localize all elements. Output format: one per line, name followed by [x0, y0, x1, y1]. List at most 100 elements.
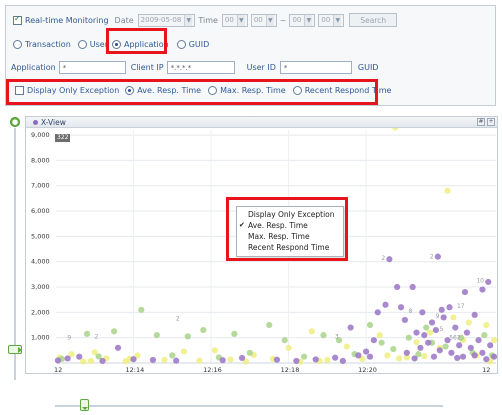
data-point — [390, 345, 397, 353]
y-slider-handle[interactable] — [8, 345, 22, 354]
data-point — [490, 337, 498, 344]
data-point — [425, 339, 432, 346]
data-point — [452, 324, 459, 331]
data-point — [423, 324, 430, 331]
data-point — [370, 337, 377, 344]
range-separator: ~ — [279, 15, 287, 25]
data-point — [483, 356, 490, 363]
chart-settings-icon[interactable]: + — [487, 118, 495, 126]
guid-label: GUID — [357, 63, 379, 72]
point-count-label: 10 — [476, 278, 484, 285]
hour-to-select[interactable]: 00 ▼ — [289, 13, 316, 27]
data-point — [332, 354, 339, 361]
data-point — [419, 309, 426, 316]
data-point — [413, 329, 420, 336]
radio-user[interactable] — [77, 40, 87, 49]
point-count-badge: 322 — [55, 134, 71, 142]
data-point — [446, 304, 453, 311]
y-tick-label: 8,000 — [31, 156, 50, 164]
minute-from-select[interactable]: 00 ▼ — [250, 13, 277, 27]
data-point — [281, 337, 288, 344]
data-point — [403, 349, 410, 356]
arrow-down-icon — [82, 407, 88, 410]
data-point — [456, 342, 463, 349]
data-point — [87, 357, 94, 365]
radio-guid[interactable] — [176, 40, 186, 49]
data-point — [485, 278, 492, 286]
data-point — [426, 329, 434, 336]
x-slider-track[interactable] — [55, 405, 443, 407]
date-label: Date — [114, 15, 134, 25]
client-ip-input[interactable] — [166, 61, 235, 74]
data-point — [378, 339, 385, 346]
data-point — [475, 337, 482, 344]
realtime-checkbox[interactable] — [13, 14, 22, 25]
point-count-label: 17 — [457, 303, 465, 310]
point-count-label: 9 — [67, 335, 71, 342]
radio-transaction-label: Transaction — [25, 40, 71, 49]
hour-from-select[interactable]: 00 ▼ — [221, 13, 248, 27]
x-slider-handle[interactable] — [80, 399, 89, 411]
arrow-right-icon — [18, 347, 22, 353]
data-point — [384, 352, 391, 359]
data-point — [471, 311, 478, 318]
data-point — [386, 256, 393, 263]
data-point — [432, 326, 440, 334]
y-tick-label: 9,000 — [31, 131, 50, 139]
radio-guid-label: GUID — [188, 40, 210, 49]
data-point — [211, 347, 219, 354]
view-type-group: Transaction User Application GUID — [13, 40, 495, 49]
data-point — [153, 332, 160, 339]
y-slider-track[interactable] — [14, 128, 16, 380]
x-tick-label: 12 — [54, 366, 62, 374]
y-tick-label: 4,000 — [31, 258, 50, 266]
y-tick-label: 3,000 — [31, 283, 50, 291]
data-point — [227, 356, 234, 363]
minute-to-select[interactable]: 00 ▼ — [318, 13, 345, 27]
data-point — [200, 326, 207, 334]
radio-transaction[interactable] — [13, 40, 22, 49]
date-select[interactable]: 2009-05-08 ▼ — [137, 13, 196, 27]
zoom-reset-icon[interactable]: ● — [10, 117, 20, 127]
chevron-down-icon: ▼ — [333, 14, 342, 26]
data-point — [366, 321, 374, 329]
chevron-down-icon: ▼ — [304, 14, 313, 26]
chevron-down-icon: ▼ — [184, 14, 193, 26]
data-point — [444, 187, 451, 194]
data-point — [130, 356, 137, 363]
chart-title-bar: X-View # + — [26, 117, 497, 128]
data-point — [231, 330, 238, 337]
data-point — [83, 330, 91, 337]
data-point — [366, 353, 374, 360]
data-point — [76, 353, 83, 360]
data-point — [111, 328, 118, 335]
search-button[interactable]: Search — [349, 13, 398, 27]
data-point — [490, 353, 498, 360]
application-input[interactable] — [58, 61, 126, 74]
data-point — [376, 332, 383, 339]
filter-row-realtime: Real-time Monitoring Date 2009-05-08▼ Ti… — [13, 13, 495, 27]
data-point — [80, 358, 87, 365]
data-point — [417, 344, 424, 351]
data-point — [479, 286, 486, 293]
data-point — [430, 353, 438, 360]
data-point — [409, 283, 416, 291]
data-point — [450, 314, 457, 321]
data-point — [471, 352, 478, 359]
user-id-input[interactable] — [279, 61, 352, 74]
data-point — [395, 355, 403, 362]
time-label: Time — [198, 15, 218, 25]
y-tick-label: 1,000 — [31, 334, 50, 342]
data-point — [54, 357, 62, 364]
xview-bullet-icon — [33, 120, 38, 125]
data-point — [64, 355, 71, 362]
data-point — [454, 354, 461, 362]
point-count-label: 9 — [436, 313, 440, 320]
client-ip-label: Client IP — [130, 63, 164, 72]
point-count-label: 2 — [176, 316, 180, 323]
data-point — [301, 353, 308, 360]
data-point — [273, 356, 281, 363]
chart-menu-icon[interactable]: # — [477, 118, 485, 126]
data-point — [421, 332, 428, 339]
data-point — [428, 319, 436, 326]
